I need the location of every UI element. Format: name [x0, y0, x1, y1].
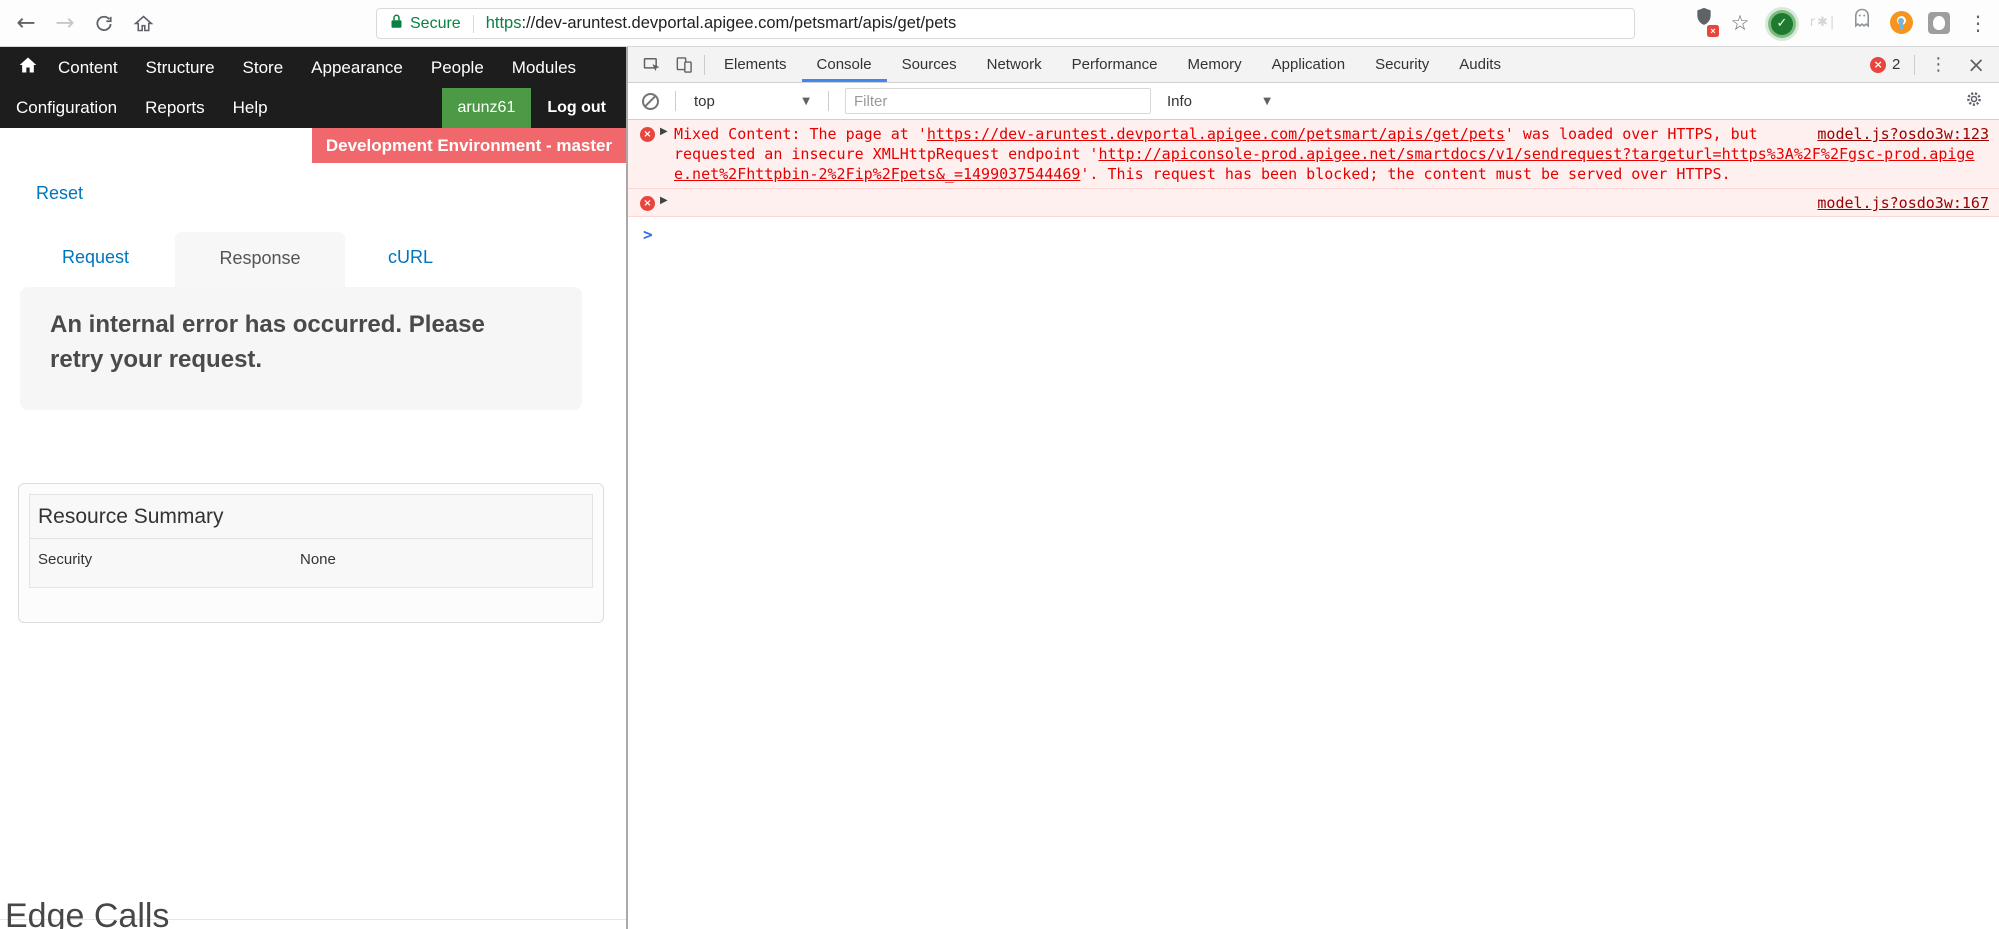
error-circle-icon: ×: [640, 127, 655, 142]
devtools-tab-security[interactable]: Security: [1360, 47, 1444, 82]
username-button[interactable]: arunz61: [442, 88, 532, 128]
admin-home-icon[interactable]: [16, 55, 44, 80]
page-url-link[interactable]: https://dev-aruntest.devportal.apigee.co…: [927, 125, 1505, 143]
mixed-content-shield-icon[interactable]: ×: [1687, 6, 1721, 40]
execution-context-dropdown[interactable]: top ▼: [680, 93, 824, 110]
url-rest: ://dev-aruntest.devportal.apigee.com/pet…: [521, 14, 956, 32]
error-count-icon: ×: [1870, 57, 1886, 73]
log-level-dropdown[interactable]: Info ▼: [1167, 93, 1281, 110]
console-error-message-1: × ▶ model.js?osdo3w:123 Mixed Content: Th…: [628, 120, 1999, 189]
devtools-tab-performance[interactable]: Performance: [1057, 47, 1173, 82]
error-count: 2: [1892, 56, 1900, 73]
console-settings-gear-icon[interactable]: [1965, 90, 1983, 113]
admin-toolbar: Content Structure Store Appearance Peopl…: [0, 47, 626, 128]
devtools-tab-console[interactable]: Console: [802, 47, 887, 82]
devtools-tab-application[interactable]: Application: [1257, 47, 1360, 82]
menu-item-content[interactable]: Content: [44, 58, 132, 78]
address-bar[interactable]: Secure https://dev-aruntest.devportal.ap…: [376, 8, 1635, 39]
error-text-segment: '. This request has been blocked; the co…: [1080, 165, 1730, 183]
blocked-badge-icon: ×: [1707, 25, 1719, 37]
menu-item-people[interactable]: People: [417, 58, 498, 78]
console-toolbar-divider1: [675, 91, 676, 111]
expand-triangle-icon[interactable]: ▶: [660, 126, 668, 137]
ghost-extension-icon[interactable]: [1845, 6, 1879, 40]
menu-item-configuration[interactable]: Configuration: [2, 98, 131, 118]
clear-console-icon[interactable]: [642, 93, 659, 110]
menu-item-structure[interactable]: Structure: [132, 58, 229, 78]
devtools-close-icon[interactable]: ×: [1957, 53, 1989, 77]
admin-toolbar-row2: Configuration Reports Help arunz61 Log o…: [0, 88, 626, 128]
source-link[interactable]: model.js?osdo3w:167: [1817, 193, 1989, 213]
console-filter-input[interactable]: [845, 88, 1151, 114]
bookmark-star-icon[interactable]: ☆: [1723, 6, 1757, 40]
devtools-tab-elements[interactable]: Elements: [709, 47, 802, 82]
console-toolbar: top ▼ Info ▼: [628, 83, 1999, 120]
menu-item-reports[interactable]: Reports: [131, 98, 219, 118]
level-selected: Info: [1167, 93, 1192, 110]
edge-calls-heading: Edge Calls: [5, 897, 169, 929]
tabbar-divider: [704, 55, 705, 75]
back-icon[interactable]: ←: [8, 6, 44, 40]
inspect-element-icon[interactable]: [636, 47, 668, 82]
security-value: None: [300, 551, 336, 568]
disabled-extension-icon[interactable]: r✱|: [1806, 6, 1840, 40]
menu-item-modules[interactable]: Modules: [498, 58, 590, 78]
menu-item-store[interactable]: Store: [229, 58, 298, 78]
tab-response[interactable]: Response: [175, 232, 345, 287]
url-text[interactable]: https://dev-aruntest.devportal.apigee.co…: [486, 14, 957, 33]
browser-menu-icon[interactable]: ⋮: [1961, 6, 1995, 40]
mixed-content-error-text: model.js?osdo3w:123 Mixed Content: The pa…: [674, 124, 1989, 184]
reload-icon[interactable]: [86, 6, 122, 40]
home-icon[interactable]: [125, 6, 161, 40]
response-error-text: An internal error has occurred. Please r…: [50, 307, 520, 377]
omnibox-divider: [473, 15, 474, 33]
chevron-down-icon: ▼: [1263, 96, 1271, 107]
green-check-extension-icon[interactable]: ✓: [1765, 6, 1799, 40]
tabbar-divider-right: [1914, 55, 1915, 75]
screen: ← → Secure https://dev-aruntest.devporta…: [0, 0, 1999, 929]
tab-curl[interactable]: cURL: [388, 247, 433, 268]
environment-banner: Development Environment - master: [312, 128, 626, 163]
console-prompt[interactable]: >: [628, 217, 1999, 244]
admin-toolbar-row1: Content Structure Store Appearance Peopl…: [0, 47, 626, 88]
menu-item-help[interactable]: Help: [219, 98, 282, 118]
console-error-message-2: × ▶ model.js?osdo3w:167: [628, 189, 1999, 217]
console-toolbar-divider2: [828, 91, 829, 111]
resource-summary-card: Resource Summary Security None: [18, 483, 604, 623]
resource-summary-inner: Resource Summary Security None: [29, 494, 593, 588]
error-circle-icon: ×: [640, 196, 655, 211]
resource-summary-title: Resource Summary: [30, 495, 592, 539]
logout-button[interactable]: Log out: [531, 88, 626, 128]
devtools-tab-sources[interactable]: Sources: [887, 47, 972, 82]
error-text-segment: Mixed Content: The page at ': [674, 125, 927, 143]
devtools-panel: Elements Console Sources Network Perform…: [626, 47, 1999, 929]
resource-summary-row: Security None: [30, 539, 592, 580]
api-tabs: Request Response cURL: [0, 232, 626, 287]
tab-request[interactable]: Request: [62, 247, 129, 268]
chevron-down-icon: ▼: [802, 96, 810, 107]
url-scheme: https: [486, 14, 522, 32]
prompt-chevron-icon: >: [643, 225, 653, 244]
devtools-menu-icon[interactable]: ⋮: [1919, 54, 1957, 75]
portal-page: Content Structure Store Appearance Peopl…: [0, 47, 626, 929]
lock-icon: [389, 13, 404, 35]
forward-icon[interactable]: →: [47, 6, 83, 40]
vpn-extension-icon[interactable]: [1884, 6, 1918, 40]
context-selected: top: [694, 93, 715, 110]
reset-link[interactable]: Reset: [36, 183, 83, 204]
gray-extension-icon[interactable]: [1922, 6, 1956, 40]
expand-triangle-icon[interactable]: ▶: [660, 195, 668, 206]
menu-item-appearance[interactable]: Appearance: [297, 58, 417, 78]
browser-toolbar: ← → Secure https://dev-aruntest.devporta…: [0, 0, 1999, 47]
response-error-panel: An internal error has occurred. Please r…: [20, 287, 582, 410]
devtools-tabbar: Elements Console Sources Network Perform…: [628, 47, 1999, 83]
devtools-tab-audits[interactable]: Audits: [1444, 47, 1516, 82]
secure-label: Secure: [410, 15, 461, 33]
device-toolbar-icon[interactable]: [668, 47, 700, 82]
devtools-tab-memory[interactable]: Memory: [1173, 47, 1257, 82]
source-link[interactable]: model.js?osdo3w:123: [1817, 124, 1989, 144]
devtools-tab-network[interactable]: Network: [972, 47, 1057, 82]
security-label: Security: [38, 551, 92, 568]
